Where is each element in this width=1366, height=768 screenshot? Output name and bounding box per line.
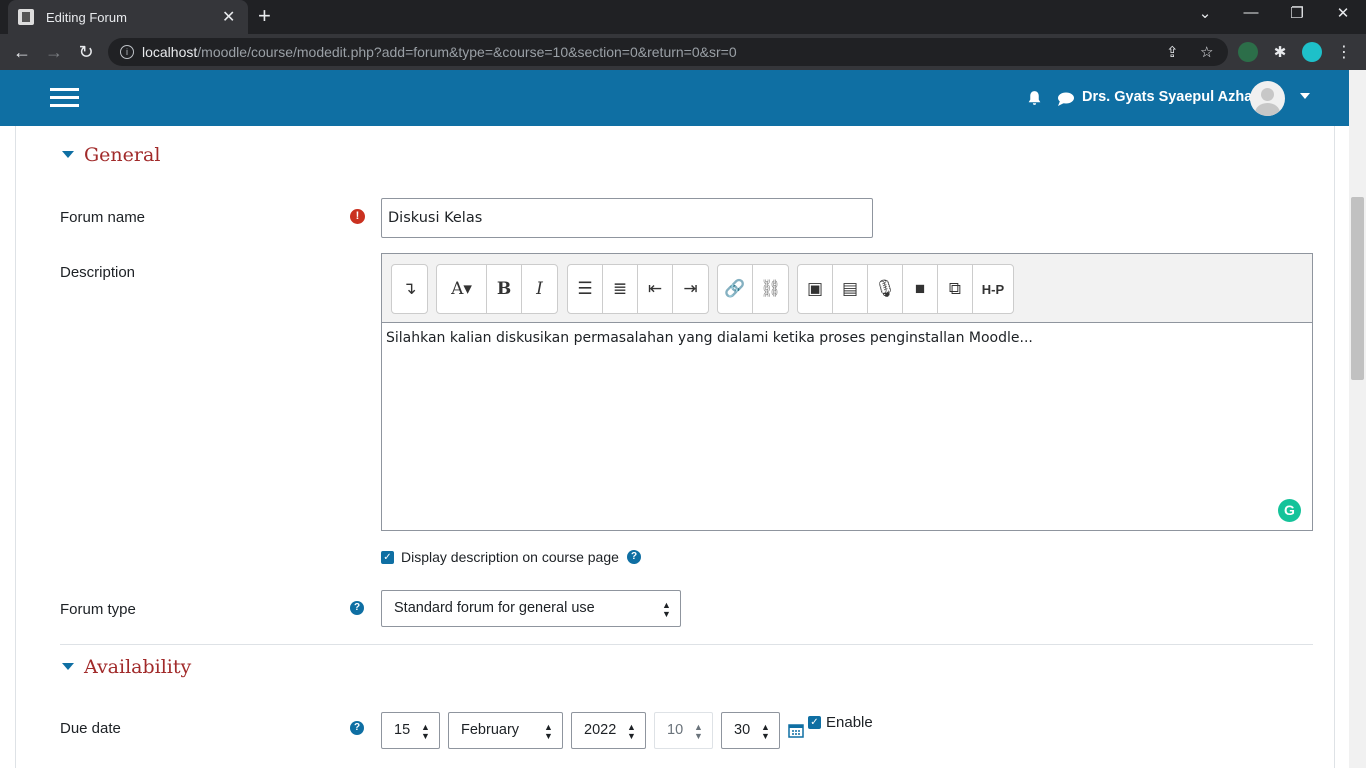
- due-hour-select[interactable]: 10 ▲ ▼: [654, 712, 713, 749]
- toolbar-group-lists: ☰ ≣ ⇤ ⇥: [567, 264, 709, 314]
- forum-type-select[interactable]: Standard forum for general use ▲ ▼: [381, 590, 681, 627]
- hamburger-menu-icon[interactable]: [50, 88, 79, 108]
- bold-icon[interactable]: B: [487, 265, 522, 313]
- due-month-select[interactable]: February ▲ ▼: [448, 712, 563, 749]
- scrollbar-thumb[interactable]: [1351, 197, 1364, 380]
- url-text: localhost/moodle/course/modedit.php?add=…: [142, 44, 737, 60]
- image-icon[interactable]: ▣: [798, 265, 833, 313]
- close-tab-icon[interactable]: ✕: [222, 7, 238, 27]
- due-minute-value: 30: [734, 722, 751, 738]
- page-scrollbar[interactable]: [1349, 70, 1366, 768]
- calendar-icon[interactable]: [788, 722, 804, 738]
- availability-section-toggle[interactable]: Availability: [62, 656, 191, 678]
- general-section-toggle[interactable]: General: [62, 144, 160, 166]
- select-arrows-icon: ▲ ▼: [627, 722, 636, 741]
- enable-label: Enable: [826, 714, 873, 731]
- new-tab-icon[interactable]: +: [258, 5, 271, 27]
- collapse-triangle-icon: [62, 150, 74, 158]
- media-icon[interactable]: ▤: [833, 265, 868, 313]
- due-minute-select[interactable]: 30 ▲ ▼: [721, 712, 780, 749]
- display-description-checkbox[interactable]: ✓: [381, 551, 394, 564]
- messages-icon[interactable]: [1057, 91, 1075, 107]
- enable-due-date-checkbox[interactable]: ✓: [808, 716, 821, 729]
- ordered-list-icon[interactable]: ≣: [603, 265, 638, 313]
- description-editor[interactable]: ↴ A▾ B I ☰ ≣ ⇤ ⇥ 🔗 ⛓ ▣ ▤ 🎙 ■ ⧉ H-P Silah…: [381, 253, 1313, 531]
- due-hour-value: 10: [667, 722, 684, 738]
- availability-heading: Availability: [84, 656, 192, 678]
- tab-title: Editing Forum: [46, 9, 127, 25]
- select-arrows-icon: ▲ ▼: [662, 600, 671, 619]
- due-date-help-icon[interactable]: ?: [350, 721, 364, 735]
- browser-tab[interactable]: Editing Forum ✕: [8, 0, 248, 34]
- restore-icon[interactable]: ❐: [1274, 4, 1320, 22]
- description-label: Description: [60, 264, 136, 281]
- paragraph-styles-icon[interactable]: A▾: [437, 265, 487, 313]
- browser-tab-strip: Editing Forum ✕ + ⌄ — ❐ ✕: [0, 0, 1366, 34]
- select-arrows-icon: ▲ ▼: [544, 722, 553, 741]
- due-month-value: February: [461, 722, 520, 738]
- due-date-label: Due date: [60, 720, 121, 737]
- record-video-icon[interactable]: ■: [903, 265, 938, 313]
- outdent-icon[interactable]: ⇤: [638, 265, 673, 313]
- grammarly-icon[interactable]: G: [1278, 499, 1301, 522]
- unlink-icon[interactable]: ⛓: [753, 265, 788, 313]
- display-description-label: Display description on course page: [401, 549, 619, 565]
- puzzle-extensions-icon[interactable]: ✱: [1270, 42, 1290, 62]
- manage-files-icon[interactable]: ⧉: [938, 265, 973, 313]
- forum-name-label: Forum name: [60, 209, 146, 226]
- forum-type-value: Standard forum for general use: [394, 600, 595, 616]
- share-icon[interactable]: ⇪: [1166, 43, 1179, 61]
- show-more-buttons-icon[interactable]: ↴: [392, 265, 427, 313]
- menu-dots-icon[interactable]: ⋮: [1334, 42, 1354, 62]
- forum-name-input[interactable]: Diskusi Kelas: [381, 198, 873, 238]
- select-arrows-icon: ▲ ▼: [421, 722, 430, 741]
- close-window-icon[interactable]: ✕: [1320, 4, 1366, 22]
- italic-icon[interactable]: I: [522, 265, 557, 313]
- editor-toolbar: ↴ A▾ B I ☰ ≣ ⇤ ⇥ 🔗 ⛓ ▣ ▤ 🎙 ■ ⧉ H-P: [382, 254, 1312, 323]
- select-arrows-icon: ▲ ▼: [694, 722, 703, 741]
- moodle-favicon-icon: [18, 9, 34, 25]
- due-day-select[interactable]: 15 ▲ ▼: [381, 712, 440, 749]
- due-year-value: 2022: [584, 722, 617, 738]
- toolbar-group-links: 🔗 ⛓: [717, 264, 789, 314]
- forward-icon[interactable]: →: [38, 42, 70, 63]
- reload-icon[interactable]: ↻: [70, 42, 102, 63]
- tab-search-icon[interactable]: ⌄: [1182, 4, 1228, 22]
- back-icon[interactable]: ←: [6, 42, 38, 63]
- due-day-value: 15: [394, 722, 411, 738]
- toolbar-group-style: A▾ B I: [436, 264, 558, 314]
- extension-icon[interactable]: [1238, 42, 1258, 62]
- select-arrows-icon: ▲ ▼: [761, 722, 770, 741]
- help-icon[interactable]: ?: [627, 550, 641, 564]
- toolbar-group-show-more: ↴: [391, 264, 428, 314]
- profile-icon[interactable]: [1302, 42, 1322, 62]
- required-icon: !: [350, 209, 365, 224]
- user-avatar[interactable]: [1250, 81, 1285, 116]
- record-audio-icon[interactable]: 🎙: [868, 265, 903, 313]
- bookmark-star-icon[interactable]: ☆: [1200, 43, 1213, 61]
- due-year-select[interactable]: 2022 ▲ ▼: [571, 712, 646, 749]
- forum-type-help-icon[interactable]: ?: [350, 601, 364, 615]
- forum-type-label: Forum type: [60, 601, 136, 618]
- minimize-icon[interactable]: —: [1228, 4, 1274, 21]
- user-menu-caret-icon[interactable]: [1300, 93, 1310, 99]
- collapse-triangle-icon: [62, 662, 74, 670]
- address-bar[interactable]: i localhost/moodle/course/modedit.php?ad…: [108, 38, 1228, 66]
- toolbar-group-media: ▣ ▤ 🎙 ■ ⧉ H-P: [797, 264, 1014, 314]
- user-name[interactable]: Drs. Gyats Syaepul Azhar: [1082, 89, 1258, 105]
- indent-icon[interactable]: ⇥: [673, 265, 708, 313]
- link-icon[interactable]: 🔗: [718, 265, 753, 313]
- general-heading: General: [84, 144, 161, 166]
- unordered-list-icon[interactable]: ☰: [568, 265, 603, 313]
- notification-bell-icon[interactable]: [1026, 90, 1043, 107]
- h5p-icon[interactable]: H-P: [973, 265, 1013, 313]
- description-text: Silahkan kalian diskusikan permasalahan …: [386, 330, 1033, 346]
- section-divider: [60, 644, 1313, 645]
- site-info-icon[interactable]: i: [120, 45, 134, 59]
